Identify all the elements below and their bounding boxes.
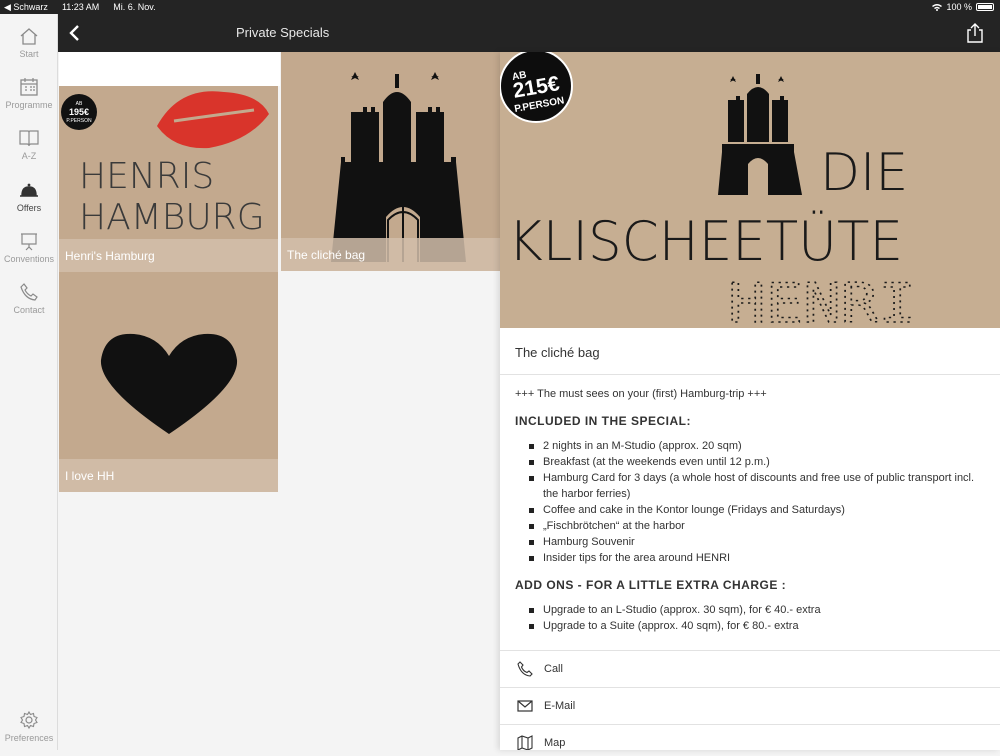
sidebar-item-a-z[interactable]: A-Z [0,128,58,174]
call-button[interactable]: Call [500,650,1000,687]
gear-icon [20,710,38,730]
offer-description: +++ The must sees on your (first) Hambur… [515,388,985,646]
chevron-left-icon [69,25,79,41]
list-item: „Fischbrötchen“ at the harbor [529,518,985,534]
action-label: Call [544,663,563,675]
badge-price-text: 195€ [69,107,89,117]
phone-icon [517,661,533,677]
offer-tagline: +++ The must sees on your (first) Hambur… [515,388,767,400]
tile-art-line2: HAMBURG [79,197,265,238]
hero-line1: DIE [820,143,908,203]
addons-heading: ADD ONS - FOR A LITTLE EXTRA CHARGE : [515,578,787,592]
sidebar-item-programme[interactable]: Programme [0,77,58,123]
book-icon [19,130,39,147]
tile-art-line1: HENRIS [79,156,214,197]
status-bar: ◀ Schwarz 11:23 AM Mi. 6. Nov. 100 % [0,0,1000,14]
share-button[interactable] [966,22,986,44]
map-button[interactable]: Map [500,724,1000,750]
service-bell-icon [20,183,38,197]
offer-tile-henris-hamburg[interactable]: HENRIS HAMBURG AB 195€ P.PERSON Henri's … [59,86,278,272]
included-list: 2 nights in an M-Studio (approx. 20 sqm)… [515,438,985,566]
calendar-icon [20,78,38,96]
sidebar-item-contact[interactable]: Contact [0,282,58,328]
envelope-icon [517,700,533,712]
list-item: Coffee and cake in the Kontor lounge (Fr… [529,502,985,518]
klischeetuete-artwork: AB 215€ P.PERSON DIE KLISCHEETÜTE HENRI [500,52,917,328]
sidebar-item-label: Conventions [3,254,55,264]
battery-icon [976,3,994,11]
home-icon [20,28,38,45]
list-item: 2 nights in an M-Studio (approx. 20 sqm) [529,438,985,454]
list-item: Upgrade to a Suite (approx. 40 sqm), for… [529,618,985,634]
grid-spacer [59,52,280,86]
sidebar-item-preferences[interactable]: Preferences [0,710,58,756]
offer-hero-image: AB 215€ P.PERSON DIE KLISCHEETÜTE HENRI [500,52,1000,328]
action-label: E-Mail [544,700,576,712]
sidebar-item-label: Contact [13,305,45,315]
included-heading: INCLUDED IN THE SPECIAL: [515,414,692,428]
tile-caption: The cliché bag [281,238,500,271]
addons-list: Upgrade to an L-Studio (approx. 30 sqm),… [515,602,985,634]
offer-tile-i-love-hh[interactable]: I love HH [59,272,278,492]
status-date: Mi. 6. Nov. [113,2,156,12]
sidebar-item-label: Offers [16,203,42,213]
list-item: Upgrade to an L-Studio (approx. 30 sqm),… [529,602,985,618]
share-icon [967,23,983,43]
offers-grid: HENRIS HAMBURG AB 195€ P.PERSON Henri's … [59,52,500,750]
sidebar: Start Programme A-Z Offers Conventions C… [0,14,58,750]
list-item: Breakfast (at the weekends even until 12… [529,454,985,470]
offer-title: The cliché bag [500,328,1000,375]
action-label: Map [544,737,566,749]
phone-icon [20,283,38,301]
hero-line2: KLISCHEETÜTE [508,210,903,273]
sidebar-item-start[interactable]: Start [0,26,58,72]
sidebar-item-label: Start [19,49,39,59]
status-time: 11:23 AM [61,2,100,12]
battery-percent: 100 % [946,2,972,12]
page-title: Private Specials [236,25,330,40]
list-item: Hamburg Card for 3 days (a whole host of… [529,470,985,502]
list-item: Hamburg Souvenir [529,534,985,550]
map-icon [517,735,533,750]
tile-caption: I love HH [59,459,278,492]
badge-bottom-text: P.PERSON [66,118,92,124]
wifi-icon [932,4,943,11]
sidebar-item-label: Programme [5,100,53,110]
offer-detail-panel: AB 215€ P.PERSON DIE KLISCHEETÜTE HENRI … [500,52,1000,750]
sidebar-item-label: A-Z [21,151,37,161]
back-button[interactable] [64,22,84,44]
list-item: Insider tips for the area around HENRI [529,550,985,566]
sidebar-item-label: Preferences [4,733,54,743]
hero-line3: HENRI [728,272,916,328]
tile-caption: Henri's Hamburg [59,239,278,272]
email-button[interactable]: E-Mail [500,687,1000,724]
sidebar-item-offers[interactable]: Offers [0,180,58,226]
carrier-label: ◀ Schwarz [4,2,48,12]
presentation-icon [21,233,37,251]
top-bar: ◀ Schwarz 11:23 AM Mi. 6. Nov. 100 % Pri… [0,0,1000,52]
sidebar-item-conventions[interactable]: Conventions [0,231,58,277]
offer-tile-cliche-bag[interactable]: The cliché bag [281,52,500,271]
